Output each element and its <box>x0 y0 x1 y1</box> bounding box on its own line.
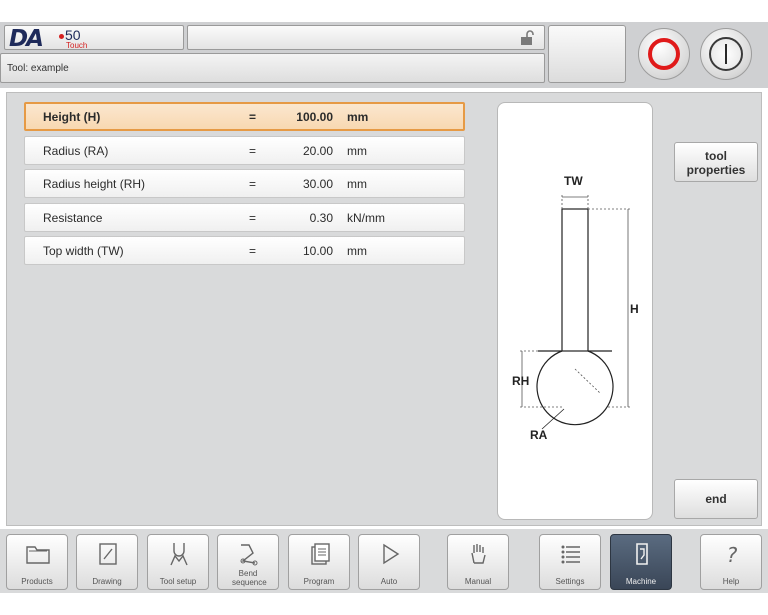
logo-brand: DA <box>9 26 44 52</box>
nav-label: Bend sequence <box>232 569 267 587</box>
nav-help-button[interactable]: ? Help <box>700 534 762 590</box>
parameter-equals: = <box>249 211 257 225</box>
nav-label: Machine <box>625 577 657 586</box>
parameter-row[interactable]: Resistance = 0.30 kN/mm <box>24 203 465 232</box>
parameter-label: Height (H) <box>43 110 101 124</box>
machine-icon <box>636 543 648 565</box>
parameter-label: Top width (TW) <box>43 244 124 258</box>
tool-properties-button[interactable]: tool properties <box>674 142 758 182</box>
ra-leader <box>541 408 565 430</box>
nav-label: Help <box>722 577 740 586</box>
ra-label: RA <box>530 428 548 442</box>
parameter-label: Radius height (RH) <box>43 177 146 191</box>
unlock-icon[interactable] <box>520 30 534 46</box>
parameter-value: 30.00 <box>302 177 333 191</box>
nav-tool-setup-button[interactable]: Tool setup <box>147 534 209 590</box>
nav-bend-sequence-button[interactable]: Bend sequence <box>217 534 279 590</box>
nav-drawing-button[interactable]: Drawing <box>76 534 138 590</box>
page-title: Tool: example <box>7 63 69 74</box>
title-bar: Tool: example <box>0 53 545 83</box>
svg-text:?: ? <box>727 543 738 567</box>
parameter-row[interactable]: Radius (RA) = 20.00 mm <box>24 136 465 165</box>
parameter-equals: = <box>249 110 257 124</box>
logo: DA 50 Touch <box>4 25 184 52</box>
drawing-icon <box>99 543 117 565</box>
parameter-unit: mm <box>347 144 367 158</box>
parameter-row[interactable]: Radius height (RH) = 30.00 mm <box>24 169 465 198</box>
bottom-navigation: Products Drawing Tool setup Bend sequence Pr… <box>0 529 768 593</box>
start-button[interactable] <box>700 28 752 80</box>
parameter-value: 10.00 <box>302 244 333 258</box>
start-icon <box>709 37 743 71</box>
main-panel: Height (H) = 100.00 mm Radius (RA) = 20.00 mm Ra… <box>6 92 762 526</box>
tool-properties-label-line1: tool <box>705 149 727 163</box>
parameter-row[interactable]: Height (H) = 100.00 mm <box>24 102 465 131</box>
tool-stem <box>561 208 589 352</box>
hand-icon <box>471 544 486 564</box>
nav-program-button[interactable]: Program <box>288 534 350 590</box>
nav-label: Program <box>303 577 335 586</box>
blank-header-button[interactable] <box>548 25 626 83</box>
nav-label: Manual <box>464 577 492 586</box>
stop-button[interactable] <box>638 28 690 80</box>
nav-machine-button[interactable]: Machine <box>610 534 672 590</box>
parameter-equals: = <box>249 244 257 258</box>
tool-head <box>536 350 614 426</box>
nav-manual-button[interactable]: Manual <box>447 534 509 590</box>
stop-icon <box>648 38 680 70</box>
start-bar <box>725 44 727 64</box>
nav-label: Products <box>21 577 53 586</box>
logo-variant: Touch <box>66 41 88 50</box>
parameter-value: 0.30 <box>309 211 333 225</box>
folder-icon <box>26 546 50 564</box>
nav-label: Drawing <box>92 577 122 586</box>
nav-label: Auto <box>380 577 398 586</box>
rh-label: RH <box>512 374 529 388</box>
parameter-value: 20.00 <box>302 144 333 158</box>
nav-label: Tool setup <box>159 577 197 586</box>
header-bar: DA 50 Touch Tool: example <box>0 22 768 88</box>
end-button[interactable]: end <box>674 479 758 519</box>
tool-drawing: TW H RH RA <box>512 174 639 442</box>
help-icon: ? <box>727 543 738 567</box>
nav-label: Settings <box>555 577 585 586</box>
tool-drawing-panel: TW H RH RA <box>497 102 653 520</box>
parameter-label: Resistance <box>43 211 103 225</box>
tool-properties-label-line2: properties <box>686 163 746 177</box>
bend-sequence-icon <box>240 544 258 566</box>
program-icon <box>311 543 330 565</box>
settings-icon <box>561 545 580 564</box>
parameter-row[interactable]: Top width (TW) = 10.00 mm <box>24 236 465 265</box>
parameter-unit: mm <box>347 244 367 258</box>
status-field <box>187 25 545 50</box>
logo-dot <box>59 34 64 39</box>
nav-products-button[interactable]: Products <box>6 534 68 590</box>
nav-auto-button[interactable]: Auto <box>358 534 420 590</box>
nav-settings-button[interactable]: Settings <box>539 534 601 590</box>
parameter-unit: mm <box>347 110 369 124</box>
parameter-unit: kN/mm <box>347 211 385 225</box>
parameter-value: 100.00 <box>296 110 333 124</box>
parameter-unit: mm <box>347 177 367 191</box>
ra-radius-line <box>574 368 601 394</box>
tool-setup-icon <box>170 543 188 566</box>
h-label: H <box>630 302 639 316</box>
tw-label: TW <box>564 174 583 188</box>
parameter-equals: = <box>249 177 257 191</box>
parameter-label: Radius (RA) <box>43 144 109 158</box>
parameter-equals: = <box>249 144 257 158</box>
play-icon <box>383 543 400 565</box>
